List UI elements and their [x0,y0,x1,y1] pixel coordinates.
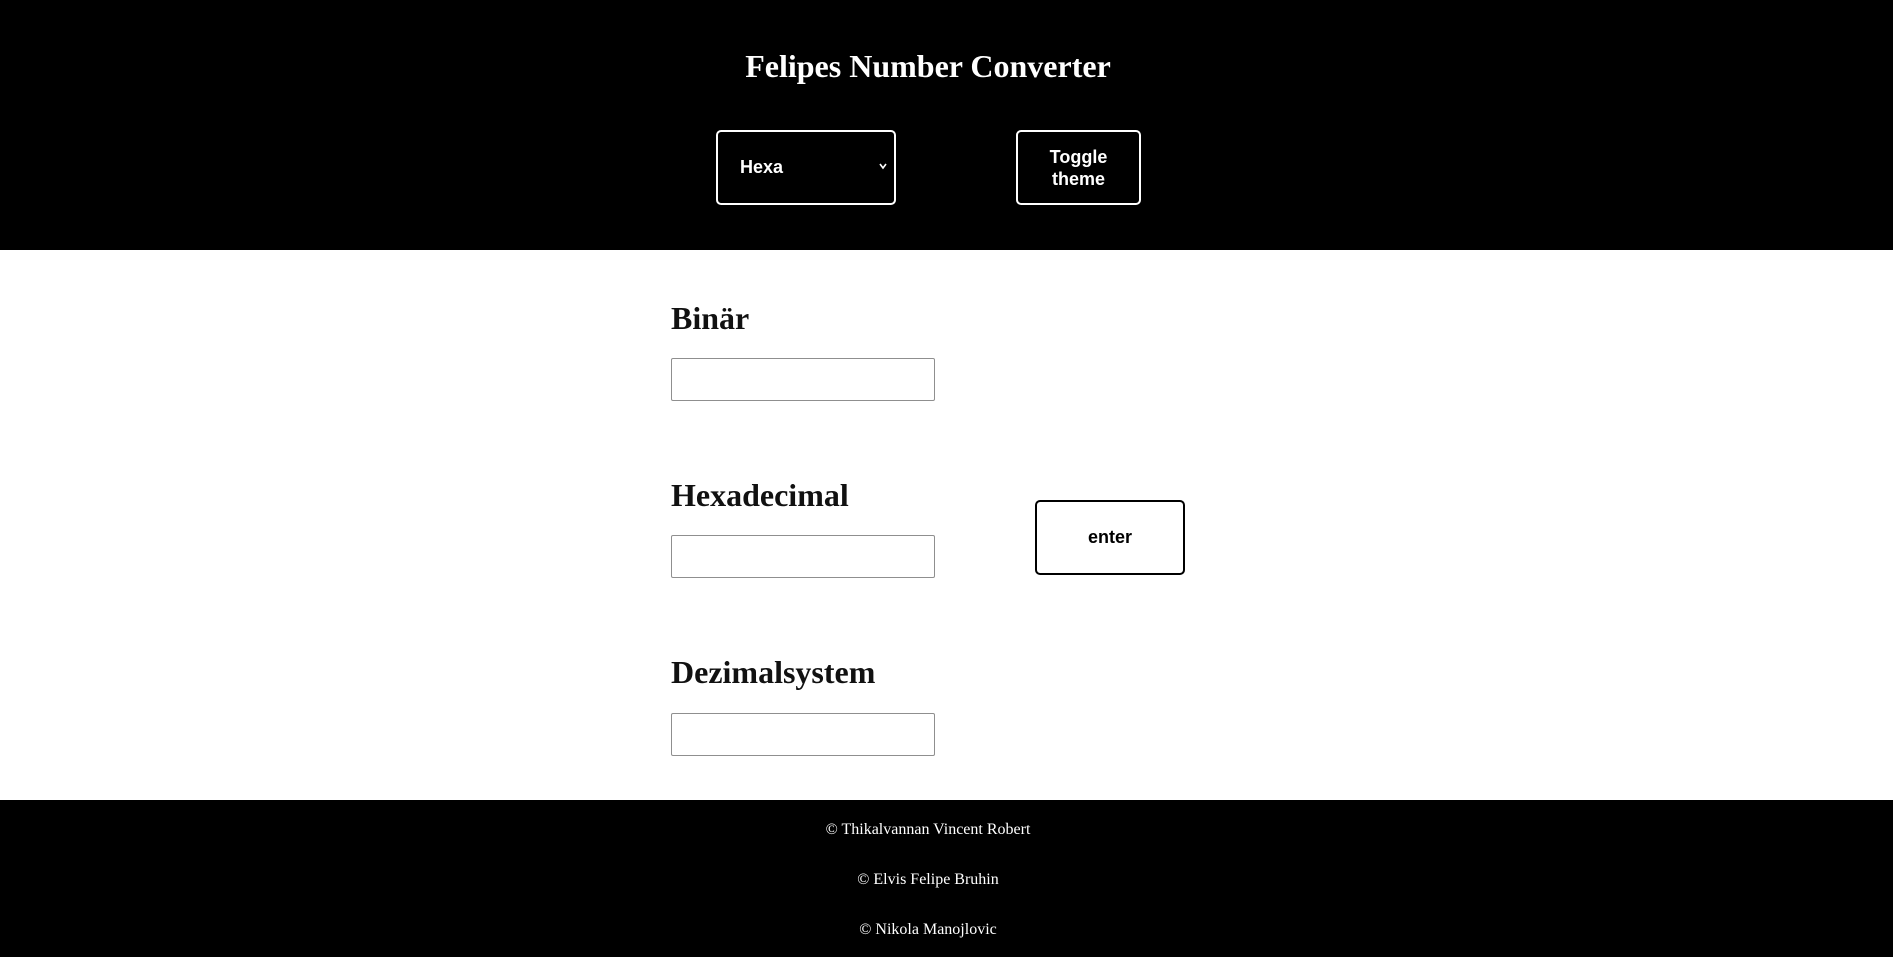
binary-input[interactable] [671,358,935,401]
credit-line: © Nikola Manojlovic [859,921,997,938]
credit-line: © Thikalvannan Vincent Robert [825,821,1031,838]
binary-heading: Binär [671,300,750,336]
conversion-mode-select[interactable]: Hexa [716,130,896,205]
selected-mode-value: Hexa [740,157,784,177]
decimal-input[interactable] [671,713,935,756]
chevron-down-icon [879,163,887,170]
hexadecimal-input[interactable] [671,535,935,578]
enter-button[interactable]: enter [1035,500,1185,575]
page-title: Felipes Number Converter [745,48,1111,84]
toggle-theme-button[interactable]: Toggle theme [1016,130,1141,205]
page-header: Felipes Number Converter Hexa Toggle the… [0,0,1893,250]
credit-line: © Elvis Felipe Bruhin [857,871,999,888]
page-footer: © Thikalvannan Vincent Robert © Elvis Fe… [0,800,1893,957]
hexadecimal-heading: Hexadecimal [671,477,849,513]
decimal-heading: Dezimalsystem [671,654,876,690]
